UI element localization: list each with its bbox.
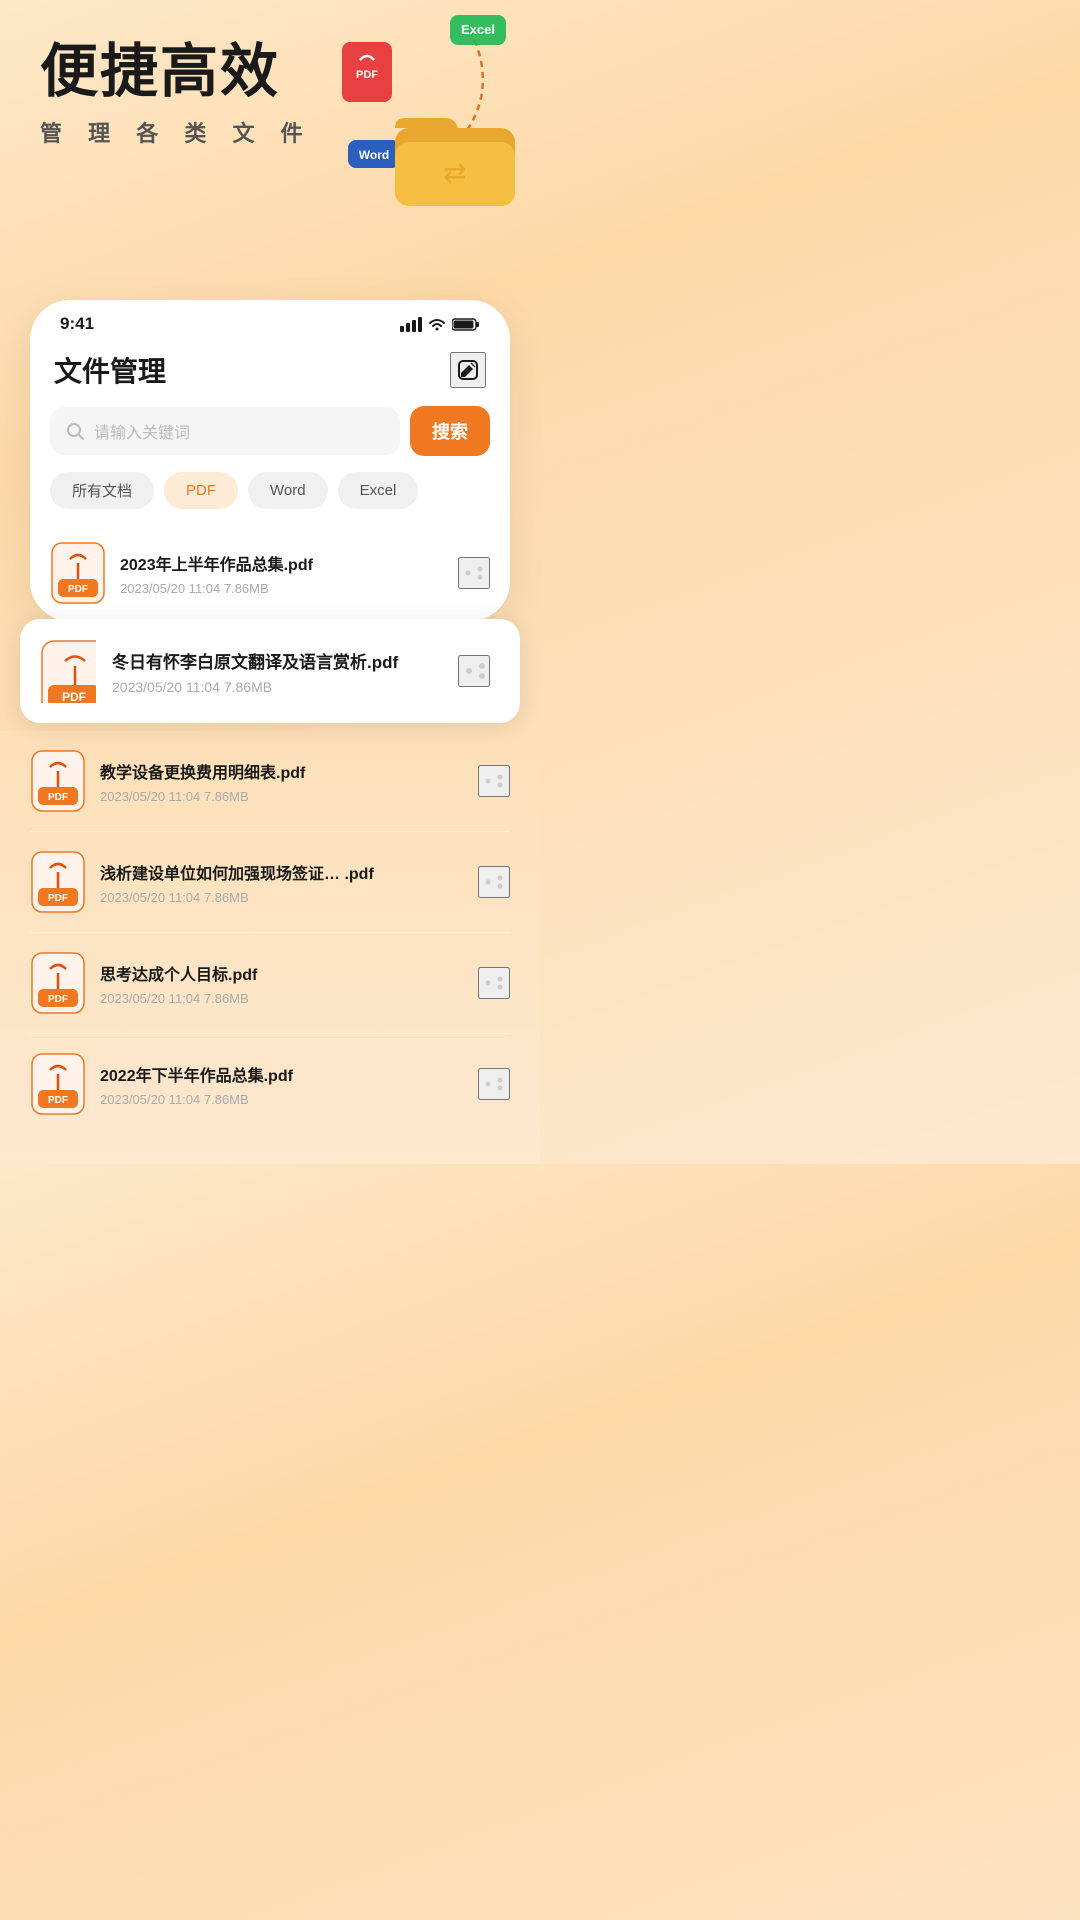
- file-item[interactable]: PDF 浅析建设单位如何加强现场签证… .pdf 2023/05/20 11:0…: [30, 832, 510, 933]
- file-item[interactable]: PDF 教学设备更换费用明细表.pdf 2023/05/20 11:04 7.8…: [30, 731, 510, 832]
- file-meta: 2023/05/20 11:04 7.86MB: [100, 991, 464, 1006]
- file-info: 浅析建设单位如何加强现场签证… .pdf 2023/05/20 11:04 7.…: [100, 860, 464, 905]
- svg-text:PDF: PDF: [48, 994, 68, 1005]
- svg-text:PDF: PDF: [62, 690, 86, 703]
- more-icon: [460, 656, 488, 686]
- highlighted-card-wrapper: PDF 冬日有怀李白原文翻译及语言赏析.pdf 2023/05/20 11:04…: [10, 619, 530, 723]
- file-name-highlight: 冬日有怀李白原文翻译及语言赏析.pdf: [112, 648, 442, 673]
- file-meta: 2023/05/20 11:04 7.86MB: [100, 890, 464, 905]
- more-icon: [480, 969, 508, 997]
- status-bar: 9:41: [30, 300, 510, 342]
- signal-icon: [400, 316, 422, 332]
- file-name: 思考达成个人目标.pdf: [100, 961, 464, 985]
- svg-text:⇄: ⇄: [443, 157, 466, 188]
- phone-mockup: 9:41 文件管理: [30, 300, 510, 621]
- file-meta: 2023/05/20 11:04 7.86MB: [100, 1092, 464, 1107]
- file-info: 2023年上半年作品总集.pdf 2023/05/20 11:04 7.86MB: [120, 551, 444, 596]
- app-title: 文件管理: [54, 350, 166, 390]
- file-list-in-phone: PDF 2023年上半年作品总集.pdf 2023/05/20 11:04 7.…: [30, 525, 510, 621]
- file-card-highlight[interactable]: PDF 冬日有怀李白原文翻译及语言赏析.pdf 2023/05/20 11:04…: [20, 619, 520, 723]
- search-icon: [66, 422, 84, 440]
- pdf-icon: PDF: [30, 850, 86, 914]
- more-options-button[interactable]: [478, 967, 510, 999]
- search-input-wrap[interactable]: 请输入关键词: [50, 407, 400, 455]
- wifi-icon: [428, 317, 446, 331]
- more-icon: [480, 868, 508, 896]
- file-name: 2023年上半年作品总集.pdf: [120, 551, 444, 575]
- edit-button[interactable]: [450, 352, 486, 388]
- svg-text:PDF: PDF: [68, 584, 88, 595]
- svg-text:PDF: PDF: [48, 893, 68, 904]
- svg-text:PDF: PDF: [356, 69, 378, 81]
- pdf-icon: PDF: [30, 951, 86, 1015]
- app-header: 文件管理: [30, 342, 510, 406]
- file-meta: 2023/05/20 11:04 7.86MB: [100, 789, 464, 804]
- pdf-icon: PDF: [50, 541, 106, 605]
- edit-icon: [455, 357, 481, 383]
- hero-illustration: Excel Word PDF ⇄: [320, 10, 520, 210]
- file-name: 浅析建设单位如何加强现场签证… .pdf: [100, 860, 464, 884]
- file-name: 教学设备更换费用明细表.pdf: [100, 759, 464, 783]
- file-item[interactable]: PDF 思考达成个人目标.pdf 2023/05/20 11:04 7.86MB: [30, 933, 510, 1034]
- search-bar: 请输入关键词 搜索: [50, 406, 490, 456]
- more-icon: [480, 1070, 508, 1098]
- tab-pdf[interactable]: PDF: [164, 472, 238, 509]
- svg-text:PDF: PDF: [48, 1095, 68, 1106]
- status-icons: [400, 316, 480, 332]
- filter-tabs: 所有文档 PDF Word Excel: [30, 472, 510, 525]
- pdf-icon: PDF: [30, 1052, 86, 1116]
- pdf-icon: PDF: [30, 749, 86, 813]
- tab-all-docs[interactable]: 所有文档: [50, 472, 154, 509]
- search-button[interactable]: 搜索: [410, 406, 490, 456]
- file-info: 2022年下半年作品总集.pdf 2023/05/20 11:04 7.86MB: [100, 1062, 464, 1107]
- svg-text:Word: Word: [359, 148, 389, 162]
- file-meta-highlight: 2023/05/20 11:04 7.86MB: [112, 679, 442, 695]
- file-item[interactable]: PDF 2022年下半年作品总集.pdf 2023/05/20 11:04 7.…: [30, 1034, 510, 1134]
- tab-word[interactable]: Word: [248, 472, 328, 509]
- folder-icon: ⇄: [390, 100, 520, 210]
- svg-text:Excel: Excel: [461, 22, 495, 37]
- hero-section: 便捷高效 管 理 各 类 文 件 Excel Word PDF: [0, 0, 540, 300]
- battery-icon: [452, 317, 480, 331]
- lower-file-list: PDF 教学设备更换费用明细表.pdf 2023/05/20 11:04 7.8…: [0, 731, 540, 1134]
- more-options-button[interactable]: [478, 1068, 510, 1100]
- lower-section: PDF 教学设备更换费用明细表.pdf 2023/05/20 11:04 7.8…: [0, 731, 540, 1164]
- more-options-button[interactable]: [458, 557, 490, 589]
- svg-text:PDF: PDF: [48, 792, 68, 803]
- file-item[interactable]: PDF 2023年上半年作品总集.pdf 2023/05/20 11:04 7.…: [50, 525, 490, 621]
- file-meta: 2023/05/20 11:04 7.86MB: [120, 581, 444, 596]
- more-icon: [480, 767, 508, 795]
- pdf-icon-highlight: PDF: [40, 639, 96, 703]
- tab-excel[interactable]: Excel: [338, 472, 419, 509]
- more-options-button[interactable]: [478, 866, 510, 898]
- more-options-button-highlight[interactable]: [458, 655, 490, 687]
- file-info: 思考达成个人目标.pdf 2023/05/20 11:04 7.86MB: [100, 961, 464, 1006]
- more-options-button[interactable]: [478, 765, 510, 797]
- more-icon: [460, 559, 488, 587]
- file-info-highlight: 冬日有怀李白原文翻译及语言赏析.pdf 2023/05/20 11:04 7.8…: [112, 648, 442, 695]
- file-info: 教学设备更换费用明细表.pdf 2023/05/20 11:04 7.86MB: [100, 759, 464, 804]
- file-name: 2022年下半年作品总集.pdf: [100, 1062, 464, 1086]
- search-placeholder: 请输入关键词: [94, 419, 190, 443]
- status-time: 9:41: [60, 314, 94, 334]
